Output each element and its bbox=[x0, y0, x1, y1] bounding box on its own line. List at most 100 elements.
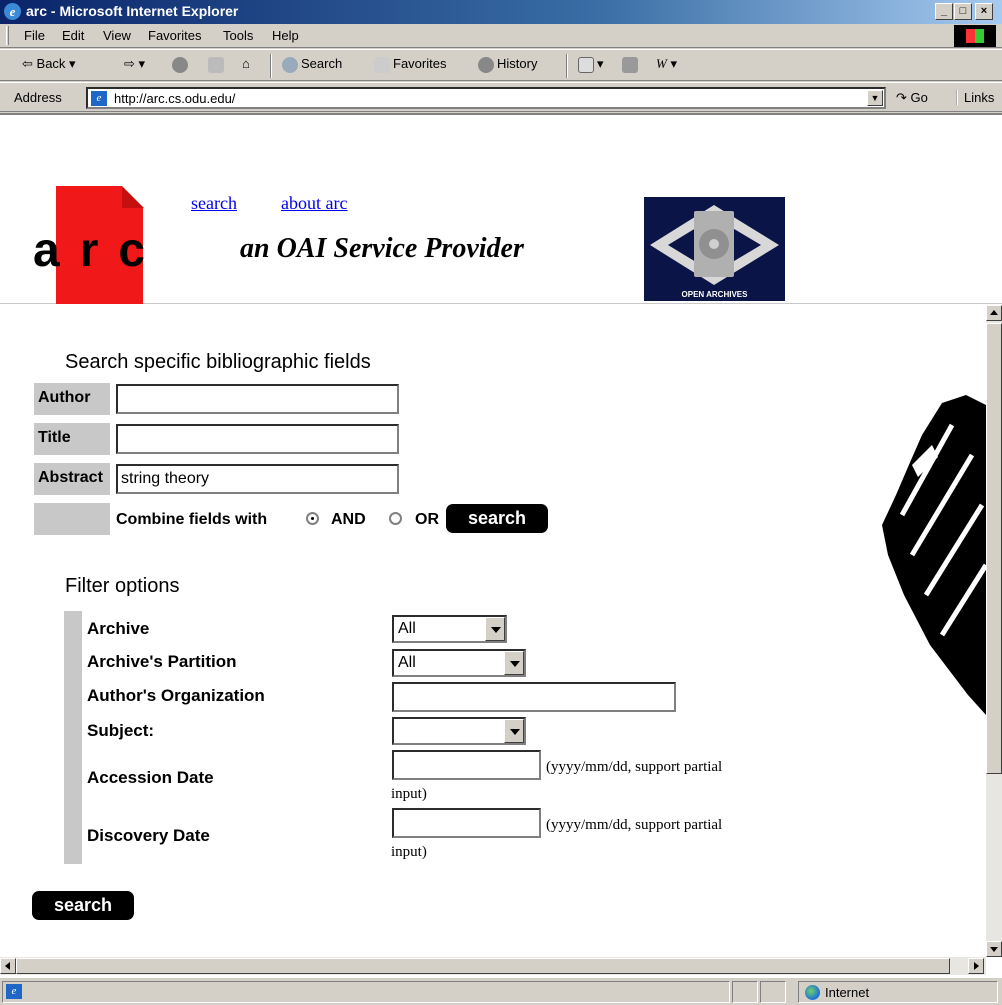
home-button[interactable]: ⌂ bbox=[242, 56, 250, 71]
go-button[interactable]: ↷ Go bbox=[896, 90, 928, 106]
maximize-button[interactable]: □ bbox=[954, 3, 972, 20]
history-icon bbox=[478, 56, 494, 73]
and-label: AND bbox=[331, 511, 366, 528]
archive-select[interactable]: All bbox=[392, 615, 507, 643]
filter-search-button[interactable]: search bbox=[32, 891, 134, 920]
search-link[interactable]: search bbox=[191, 193, 237, 214]
or-radio[interactable] bbox=[389, 512, 402, 525]
author-input[interactable] bbox=[116, 384, 399, 414]
refresh-icon bbox=[208, 56, 224, 73]
section-title-filter: Filter options bbox=[65, 575, 180, 597]
forward-button[interactable]: ⇨ ▾ bbox=[124, 56, 145, 72]
back-button[interactable]: ⇦ Back ▾ bbox=[22, 56, 76, 72]
page-header: arc search about arc an OAI Service Prov… bbox=[0, 115, 1002, 304]
security-zone: Internet bbox=[798, 981, 998, 1003]
title-label: Title bbox=[34, 423, 110, 455]
arc-logo-text: arc bbox=[33, 224, 166, 277]
search-button[interactable]: Search bbox=[282, 56, 342, 73]
chevron-down-icon bbox=[485, 617, 505, 641]
about-arc-link[interactable]: about arc bbox=[281, 193, 347, 214]
window-title: arc - Microsoft Internet Explorer bbox=[26, 3, 239, 19]
minimize-button[interactable]: _ bbox=[935, 3, 953, 20]
or-label: OR bbox=[415, 511, 439, 528]
ie-icon: e bbox=[4, 3, 21, 20]
toolbar-separator bbox=[270, 54, 272, 78]
print-icon bbox=[622, 56, 638, 73]
eye-icon bbox=[650, 205, 779, 285]
menu-tools[interactable]: Tools bbox=[223, 28, 253, 43]
menu-view[interactable]: View bbox=[103, 28, 131, 43]
history-button[interactable]: History bbox=[478, 56, 537, 73]
scroll-right-button[interactable] bbox=[968, 958, 984, 974]
search-fields-button[interactable]: search bbox=[446, 504, 548, 533]
accession-date-label: Accession Date bbox=[87, 768, 214, 787]
title-bar: e arc - Microsoft Internet Explorer _ □ … bbox=[0, 0, 1002, 24]
and-radio[interactable] bbox=[306, 512, 319, 525]
discovery-date-label: Discovery Date bbox=[87, 826, 210, 845]
back-arrow-icon: ⇦ bbox=[22, 56, 33, 71]
chevron-down-icon bbox=[504, 651, 524, 675]
section-title-search: Search specific bibliographic fields bbox=[65, 351, 371, 373]
vertical-scrollbar[interactable] bbox=[986, 305, 1002, 957]
go-arrow-icon: ↷ bbox=[896, 90, 907, 105]
horizontal-scrollbar[interactable] bbox=[0, 957, 986, 975]
refresh-button[interactable] bbox=[208, 56, 227, 73]
abstract-label: Abstract bbox=[34, 463, 110, 495]
author-label: Author bbox=[34, 383, 110, 415]
discovery-date-input[interactable] bbox=[392, 808, 541, 838]
abstract-input[interactable]: string theory bbox=[116, 464, 399, 494]
stop-button[interactable] bbox=[172, 56, 191, 73]
menu-help[interactable]: Help bbox=[272, 28, 299, 43]
subject-label: Subject: bbox=[87, 721, 155, 740]
accession-date-hint-cont: input) bbox=[391, 786, 427, 802]
windows-logo-icon bbox=[954, 25, 996, 47]
menu-edit[interactable]: Edit bbox=[62, 28, 84, 43]
partition-label: Archive's Partition bbox=[87, 652, 237, 671]
toolbar-separator bbox=[566, 54, 568, 78]
status-text-cell: e bbox=[2, 981, 730, 1003]
page-content: arc search about arc an OAI Service Prov… bbox=[0, 113, 1002, 977]
vertical-scroll-thumb[interactable] bbox=[986, 323, 1002, 774]
partition-select[interactable]: All bbox=[392, 649, 526, 677]
combine-label-cell bbox=[34, 503, 110, 535]
scroll-left-button[interactable] bbox=[0, 958, 16, 974]
edit-button[interactable]: W ▾ bbox=[656, 56, 677, 72]
telescope-illustration bbox=[882, 395, 986, 715]
menu-favorites[interactable]: Favorites bbox=[148, 28, 201, 43]
accession-date-hint: (yyyy/mm/dd, support partial bbox=[546, 759, 723, 775]
mail-icon bbox=[578, 56, 594, 73]
mail-button[interactable]: ▾ bbox=[578, 56, 604, 73]
horizontal-scroll-thumb[interactable] bbox=[16, 958, 950, 974]
accession-date-input[interactable] bbox=[392, 750, 541, 780]
menu-file[interactable]: File bbox=[24, 28, 45, 43]
favorites-icon bbox=[374, 56, 390, 73]
address-input[interactable]: e http://arc.cs.odu.edu/ ▼ bbox=[86, 87, 886, 109]
discovery-date-hint: (yyyy/mm/dd, support partial bbox=[546, 817, 723, 833]
favorites-button[interactable]: Favorites bbox=[374, 56, 446, 73]
organization-input[interactable] bbox=[392, 682, 676, 712]
organization-label: Author's Organization bbox=[87, 686, 265, 705]
form-area: Search specific bibliographic fields Aut… bbox=[0, 305, 986, 957]
globe-icon bbox=[805, 985, 820, 1000]
links-button[interactable]: Links bbox=[956, 90, 994, 105]
close-button[interactable]: × bbox=[975, 3, 993, 20]
menu-bar: File Edit View Favorites Tools Help bbox=[0, 24, 1002, 48]
status-bar: e Internet bbox=[0, 977, 1002, 1005]
open-archives-logo: OPEN ARCHIVES bbox=[644, 197, 785, 301]
toolbar: ⇦ Back ▾ ⇨ ▾ ⌂ Search Favorites History … bbox=[0, 49, 1002, 81]
address-bar: Address e http://arc.cs.odu.edu/ ▼ ↷ Go … bbox=[0, 82, 1002, 112]
stop-icon bbox=[172, 56, 188, 73]
search-icon bbox=[282, 56, 298, 73]
arc-logo-fold bbox=[122, 186, 144, 208]
menu-grip bbox=[6, 26, 9, 45]
address-dropdown-button[interactable]: ▼ bbox=[867, 90, 883, 106]
scroll-up-button[interactable] bbox=[986, 305, 1002, 321]
word-icon: W bbox=[656, 56, 667, 71]
page-status-icon: e bbox=[6, 984, 22, 999]
scroll-down-button[interactable] bbox=[986, 941, 1002, 957]
title-input[interactable] bbox=[116, 424, 399, 454]
subject-select[interactable] bbox=[392, 717, 526, 745]
print-button[interactable] bbox=[622, 56, 641, 73]
combine-label: Combine fields with bbox=[116, 511, 268, 528]
chevron-down-icon bbox=[504, 719, 524, 743]
